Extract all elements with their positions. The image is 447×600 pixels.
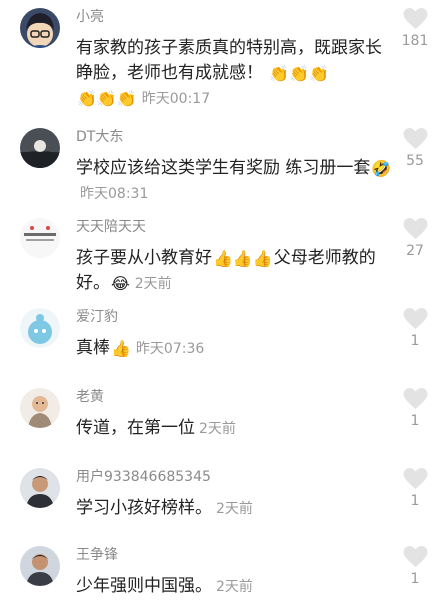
avatar[interactable] [20, 388, 60, 428]
comment-body: 真棒👍 昨天07:36 [76, 336, 394, 362]
like-button[interactable]: 1 [397, 546, 433, 587]
comment-text: 少年强则中国强。 [76, 576, 212, 596]
comment-item: 王争锋 少年强则中国强。 2天前 1 [0, 546, 447, 600]
username[interactable]: 用户933846685345 [76, 468, 211, 486]
laughing-emoji: 😂 [111, 274, 130, 293]
username[interactable]: DT大东 [76, 128, 123, 146]
heart-icon [403, 546, 427, 567]
timestamp: 昨天07:36 [135, 341, 205, 357]
timestamp: 2天前 [199, 421, 236, 437]
comment-text: 学习小孩好榜样。 [76, 498, 212, 518]
avatar[interactable] [20, 218, 60, 258]
username[interactable]: 天天陪天天 [76, 218, 146, 236]
comment-item: 小亮 有家教的孩子素质真的特别高，既跟家长睁脸，老师也有成就感！ 👏👏👏 👏👏👏… [0, 8, 447, 118]
clap-emoji: 👏👏👏 [77, 89, 137, 108]
username[interactable]: 小亮 [76, 8, 104, 26]
comment-body: 学校应该给这类学生有奖励 练习册一套🤣 昨天08:31 [76, 156, 394, 207]
avatar[interactable] [20, 308, 60, 348]
like-count: 181 [401, 33, 429, 49]
like-count: 27 [406, 243, 424, 259]
timestamp: 2天前 [216, 501, 253, 517]
like-button[interactable]: 181 [397, 8, 433, 49]
like-count: 1 [410, 493, 420, 509]
thumbs-up-emoji: 👍👍👍 [213, 249, 273, 268]
comment-text: 有家教的孩子素质真的特别高，既跟家长睁脸，老师也有成就感！ [76, 38, 382, 83]
timestamp: 昨天00:17 [141, 91, 211, 107]
comment-item: 爱汀豹 真棒👍 昨天07:36 1 [0, 308, 447, 378]
heart-icon [403, 8, 427, 29]
like-count: 1 [410, 413, 420, 429]
heart-icon [403, 218, 427, 239]
comment-item: 老黄 传道，在第一位 2天前 1 [0, 388, 447, 458]
like-count: 1 [410, 571, 420, 587]
comment-item: DT大东 学校应该给这类学生有奖励 练习册一套🤣 昨天08:31 55 [0, 128, 447, 212]
avatar[interactable] [20, 128, 60, 168]
like-count: 1 [410, 333, 420, 349]
like-button[interactable]: 1 [397, 388, 433, 429]
comment-list: 小亮 有家教的孩子素质真的特别高，既跟家长睁脸，老师也有成就感！ 👏👏👏 👏👏👏… [0, 0, 447, 600]
comment-text: 学校应该给这类学生有奖励 练习册一套 [76, 158, 371, 178]
timestamp: 2天前 [216, 579, 253, 595]
like-button[interactable]: 1 [397, 308, 433, 349]
comment-item: 天天陪天天 孩子要从小教育好👍👍👍父母老师教的好。😂 2天前 27 [0, 218, 447, 302]
heart-icon [403, 128, 427, 149]
thumbs-up-emoji: 👍 [111, 339, 131, 358]
heart-icon [403, 388, 427, 409]
comment-text: 孩子要从小教育好 [76, 248, 212, 268]
username[interactable]: 老黄 [76, 388, 104, 406]
like-count: 55 [406, 153, 424, 169]
comment-body: 少年强则中国强。 2天前 [76, 574, 394, 600]
avatar[interactable] [20, 546, 60, 586]
username[interactable]: 爱汀豹 [76, 308, 118, 326]
like-button[interactable]: 55 [397, 128, 433, 169]
heart-icon [403, 308, 427, 329]
comment-body: 有家教的孩子素质真的特别高，既跟家长睁脸，老师也有成就感！ 👏👏👏 👏👏👏 昨天0… [76, 36, 394, 112]
like-button[interactable]: 27 [397, 218, 433, 259]
comment-body: 传道，在第一位 2天前 [76, 416, 394, 442]
comment-text: 真棒 [76, 338, 110, 358]
comment-body: 学习小孩好榜样。 2天前 [76, 496, 394, 522]
comment-item: 用户933846685345 学习小孩好榜样。 2天前 1 [0, 468, 447, 538]
timestamp: 昨天08:31 [80, 186, 149, 202]
heart-icon [403, 468, 427, 489]
comment-text: 传道，在第一位 [76, 418, 195, 438]
clap-emoji: 👏👏👏 [269, 64, 330, 83]
timestamp: 2天前 [134, 276, 172, 292]
avatar[interactable] [20, 468, 60, 508]
like-button[interactable]: 1 [397, 468, 433, 509]
laughing-emoji: 🤣 [371, 159, 392, 178]
avatar[interactable] [20, 8, 60, 48]
username[interactable]: 王争锋 [76, 546, 118, 564]
comment-body: 孩子要从小教育好👍👍👍父母老师教的好。😂 2天前 [76, 246, 394, 297]
